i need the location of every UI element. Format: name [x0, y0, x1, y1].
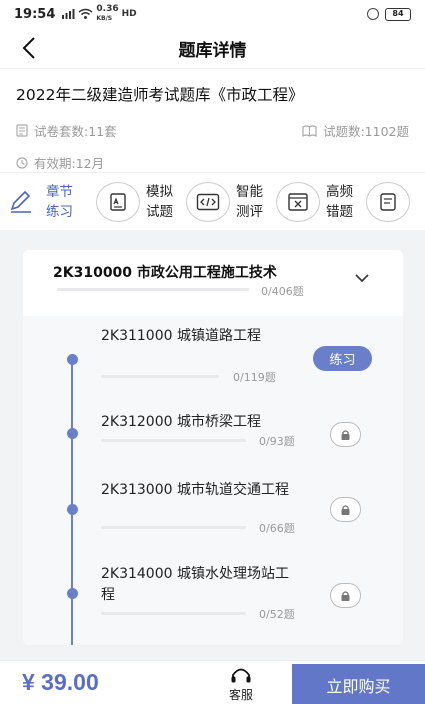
tab-mock-exam[interactable]: 模拟 试题 [76, 181, 176, 222]
lock-button[interactable] [330, 497, 361, 522]
question-count: 试题数:1102题 [322, 124, 409, 139]
notes-icon [366, 181, 410, 222]
buy-now-button[interactable]: 立即购买 [292, 664, 425, 704]
tab-notes[interactable] [356, 181, 410, 222]
bank-info: 2022年二级建造师考试题库《市政工程》 试卷套数:11套 试题数:1102题 … [0, 68, 425, 172]
timeline-dot [67, 504, 78, 515]
tab-frequent-errors-line1: 高频 [326, 183, 353, 200]
section-title[interactable]: 2K314000 城镇水处理场站工程 [101, 564, 291, 606]
alarm-icon [367, 8, 379, 20]
wrong-questions-icon [276, 181, 320, 222]
status-time: 19:54 [14, 6, 56, 22]
clock-icon [16, 156, 28, 169]
hd-badge: HD [121, 9, 137, 19]
section-title[interactable]: 2K313000 城市轨道交通工程 [101, 480, 291, 501]
section-count: 0/93题 [259, 435, 295, 448]
battery-icon: 84 [385, 7, 411, 21]
chevron-down-icon[interactable] [355, 274, 369, 283]
network-speed-unit: KB/S [96, 15, 113, 22]
tab-smart-assessment[interactable]: 智能 测评 [176, 181, 266, 222]
section-progress-bar [101, 612, 246, 615]
lock-button[interactable] [330, 422, 361, 447]
section-title[interactable]: 2K312000 城市桥梁工程 [101, 412, 301, 433]
headset-icon [231, 668, 251, 683]
lock-button[interactable] [330, 583, 361, 608]
chapter-title: 2K310000 市政公用工程施工技术 [53, 265, 277, 281]
back-button[interactable] [14, 34, 44, 62]
tab-smart-assessment-line2: 测评 [236, 203, 263, 220]
tab-chapter-practice[interactable]: 章节 练习 [0, 181, 76, 222]
bank-title: 2022年二级建造师考试题库《市政工程》 [16, 86, 304, 104]
tab-smart-assessment-line1: 智能 [236, 183, 263, 200]
timeline-line [71, 354, 73, 645]
network-speed-value: 0.36 [96, 4, 119, 14]
pencil-icon [2, 181, 40, 222]
navigation-bar: 题库详情 [0, 28, 425, 68]
tab-mock-exam-line2: 试题 [146, 203, 173, 220]
section-title[interactable]: 2K311000 城镇道路工程 [101, 326, 301, 347]
bottom-bar: ¥ 39.00 客服 立即购买 [0, 660, 425, 704]
section-progress-bar [101, 375, 219, 378]
chevron-left-icon [22, 37, 35, 59]
chapter-card: 2K310000 市政公用工程施工技术 0/406题 2K311000 城镇道路… [23, 250, 403, 645]
timeline-dot [67, 354, 78, 365]
validity: 有效期:12月 [34, 156, 105, 171]
section-list: 2K311000 城镇道路工程 0/119题 练习 2K312000 城市桥梁工… [23, 316, 403, 645]
price: ¥ 39.00 [22, 669, 99, 695]
status-bar: 19:54 0.36 KB/S HD 84 [0, 0, 425, 28]
tab-chapter-practice-line2: 练习 [46, 203, 73, 220]
section-progress-bar [101, 526, 246, 529]
function-tabs: 章节 练习 模拟 试题 智能 测评 高频 错题 [0, 172, 425, 230]
exam-paper-icon [96, 181, 140, 222]
timeline-dot [67, 428, 78, 439]
customer-service-label: 客服 [228, 688, 253, 702]
chapter-count: 0/406题 [261, 285, 304, 298]
practice-button[interactable]: 练习 [313, 346, 372, 371]
document-icon [16, 124, 28, 137]
section-count: 0/52题 [259, 608, 295, 621]
sim-icon [62, 9, 75, 19]
code-icon [186, 181, 230, 222]
book-icon [302, 124, 317, 137]
paper-count: 试卷套数:11套 [34, 124, 117, 139]
tab-frequent-errors-line2: 错题 [326, 203, 353, 220]
chapter-progress-bar [57, 288, 249, 291]
wifi-icon [78, 8, 93, 19]
chapter-header[interactable]: 2K310000 市政公用工程施工技术 0/406题 [23, 250, 403, 316]
section-count: 0/66题 [259, 522, 295, 535]
lock-icon [341, 504, 350, 515]
section-count: 0/119题 [233, 371, 276, 384]
page: 19:54 0.36 KB/S HD 84 题库详情 2022年二级建造师考试题… [0, 0, 425, 704]
tab-frequent-errors[interactable]: 高频 错题 [266, 181, 356, 222]
page-title: 题库详情 [178, 40, 247, 61]
lock-icon [341, 429, 350, 440]
lock-icon [341, 590, 350, 601]
section-progress-bar [101, 439, 246, 442]
timeline-dot [67, 588, 78, 599]
tab-chapter-practice-line1: 章节 [46, 183, 73, 200]
customer-service-button[interactable]: 客服 [222, 666, 260, 703]
tab-mock-exam-line1: 模拟 [146, 183, 173, 200]
